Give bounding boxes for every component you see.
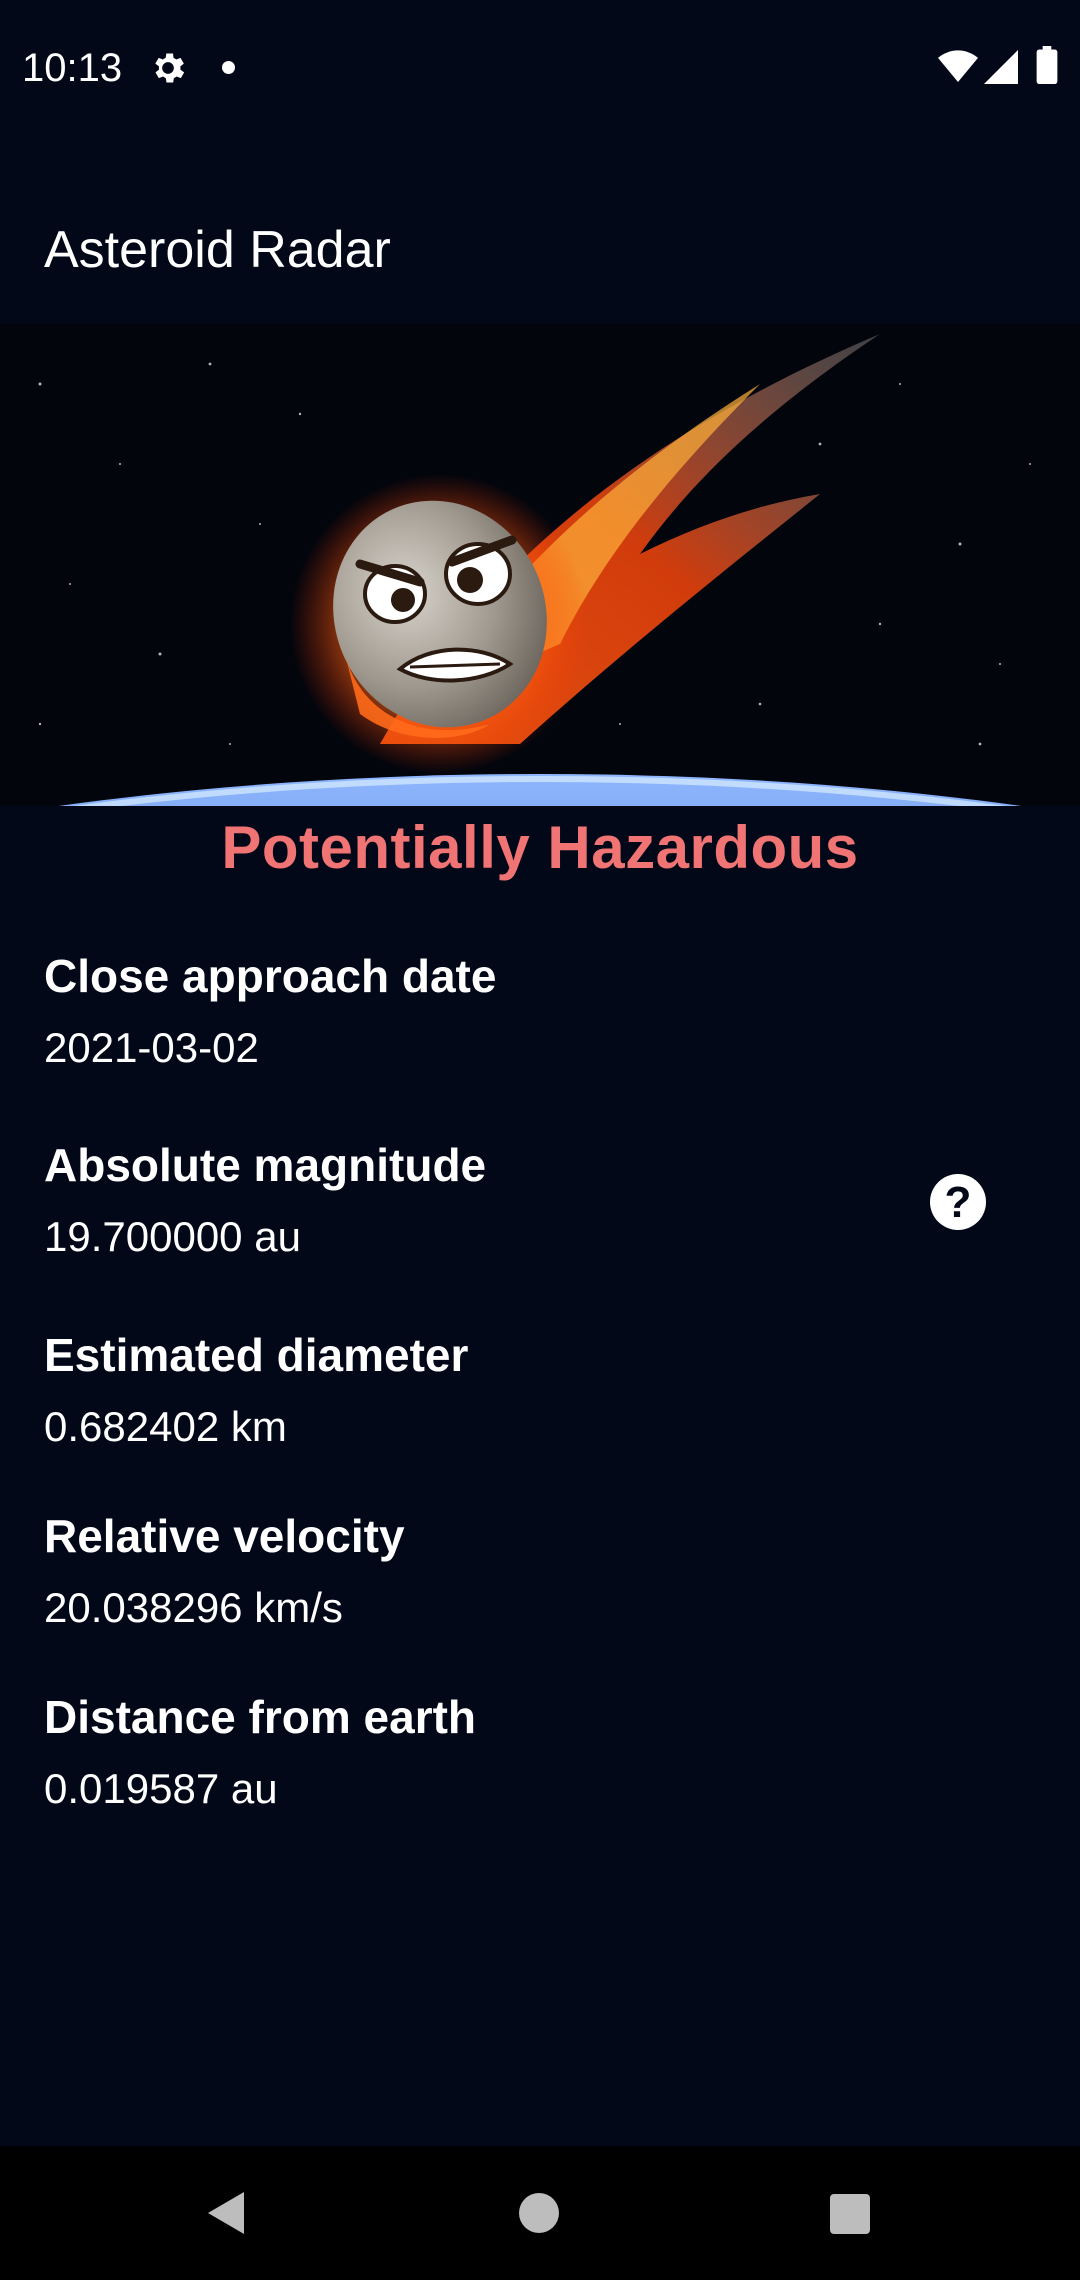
status-time: 10:13 <box>22 46 123 90</box>
help-question-mark: ? <box>944 1178 972 1227</box>
hazardous-asteroid-image <box>0 324 1080 806</box>
asteroid-detail-screen: 10:13 Asteroid Radar Potentially Hazardo… <box>0 0 1080 2280</box>
estimated-diameter-value: 0.682402 km <box>44 1403 287 1450</box>
hazard-status-label: Potentially Hazardous <box>221 814 859 881</box>
distance-from-earth-value: 0.019587 au <box>44 1765 278 1812</box>
close-approach-date-section: Close approach date 2021-03-02 <box>44 948 904 1074</box>
status-bar: 10:13 <box>0 0 1080 132</box>
distance-from-earth-section: Distance from earth 0.019587 au <box>44 1689 904 1815</box>
estimated-diameter-label: Estimated diameter <box>44 1329 469 1381</box>
distance-from-earth-label: Distance from earth <box>44 1691 477 1743</box>
signal-icon <box>984 50 1018 84</box>
home-icon[interactable] <box>519 2193 559 2233</box>
close-approach-date-value: 2021-03-02 <box>44 1024 259 1071</box>
help-circle-icon[interactable]: ? <box>930 1174 986 1230</box>
notification-dot-icon <box>222 61 235 74</box>
estimated-diameter-section: Estimated diameter 0.682402 km <box>44 1327 904 1453</box>
battery-icon <box>1036 46 1058 84</box>
absolute-magnitude-value: 19.700000 au <box>44 1213 301 1260</box>
absolute-magnitude-label: Absolute magnitude <box>44 1139 487 1191</box>
gear-icon <box>155 53 185 83</box>
absolute-magnitude-section: Absolute magnitude 19.700000 au <box>44 1137 904 1263</box>
system-navigation-bar <box>0 2146 1080 2280</box>
back-icon[interactable] <box>204 2190 246 2236</box>
relative-velocity-value: 20.038296 km/s <box>44 1584 343 1631</box>
relative-velocity-label: Relative velocity <box>44 1510 405 1562</box>
recents-icon[interactable] <box>830 2194 870 2234</box>
relative-velocity-section: Relative velocity 20.038296 km/s <box>44 1508 904 1634</box>
close-approach-date-label: Close approach date <box>44 950 497 1002</box>
wifi-icon <box>938 50 978 82</box>
app-title: Asteroid Radar <box>44 221 391 279</box>
app-bar: Asteroid Radar <box>0 132 1080 324</box>
